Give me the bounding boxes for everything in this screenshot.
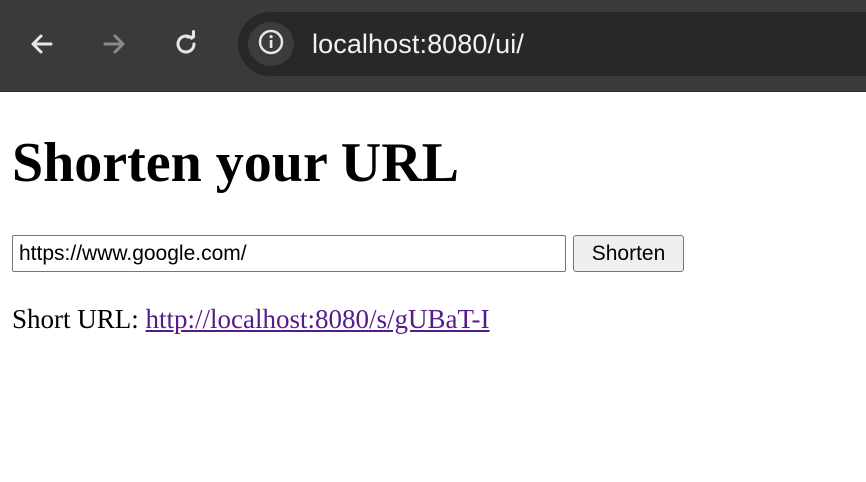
result-label: Short URL: xyxy=(12,304,146,334)
reload-icon xyxy=(172,30,200,58)
address-url[interactable]: localhost:8080/ui/ xyxy=(312,26,524,62)
shorten-button[interactable]: Shorten xyxy=(573,235,684,272)
short-url-link[interactable]: http://localhost:8080/s/gUBaT-I xyxy=(146,304,490,334)
site-info-button[interactable] xyxy=(248,22,294,66)
forward-arrow-icon xyxy=(100,30,128,58)
info-icon xyxy=(257,28,285,60)
browser-toolbar: localhost:8080/ui/ xyxy=(0,0,866,92)
reload-button[interactable] xyxy=(166,24,206,64)
url-input[interactable] xyxy=(12,235,566,272)
forward-button[interactable] xyxy=(94,24,134,64)
page-title: Shorten your URL xyxy=(12,132,460,194)
back-button[interactable] xyxy=(22,24,62,64)
address-bar[interactable]: localhost:8080/ui/ xyxy=(238,12,866,76)
result-line: Short URL: http://localhost:8080/s/gUBaT… xyxy=(12,302,490,336)
back-arrow-icon xyxy=(28,30,56,58)
